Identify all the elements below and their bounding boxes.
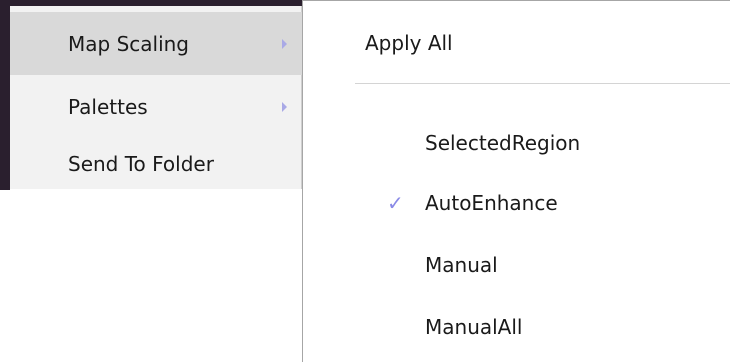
menu-item-label: Palettes	[68, 94, 148, 119]
menu-item-label: Map Scaling	[68, 31, 189, 56]
menu-separator	[355, 83, 730, 84]
map-scaling-submenu: Apply All SelectedRegion ✓ AutoEnhance M…	[302, 0, 730, 362]
submenu-item-apply-all[interactable]: Apply All	[303, 13, 730, 73]
submenu-item-selected-region[interactable]: SelectedRegion	[303, 113, 730, 173]
submenu-item-label: AutoEnhance	[425, 191, 558, 215]
chevron-right-icon	[282, 101, 287, 112]
context-menu: Map Scaling Palettes Send To Folder	[10, 6, 302, 189]
backdrop-strip	[0, 0, 10, 190]
menu-item-send-to-folder[interactable]: Send To Folder	[10, 132, 302, 195]
chevron-right-icon	[282, 38, 287, 49]
submenu-item-label: ManualAll	[425, 315, 523, 339]
menu-item-map-scaling[interactable]: Map Scaling	[10, 12, 302, 75]
submenu-item-auto-enhance[interactable]: ✓ AutoEnhance	[303, 173, 730, 233]
menu-item-palettes[interactable]: Palettes	[10, 75, 302, 138]
checkmark-icon: ✓	[387, 191, 404, 215]
menu-item-label: Send To Folder	[68, 151, 214, 176]
submenu-item-manual-all[interactable]: ManualAll	[303, 297, 730, 357]
submenu-item-label: SelectedRegion	[425, 131, 581, 155]
submenu-item-label: Manual	[425, 253, 498, 277]
submenu-item-manual[interactable]: Manual	[303, 235, 730, 295]
submenu-item-label: Apply All	[365, 31, 453, 55]
